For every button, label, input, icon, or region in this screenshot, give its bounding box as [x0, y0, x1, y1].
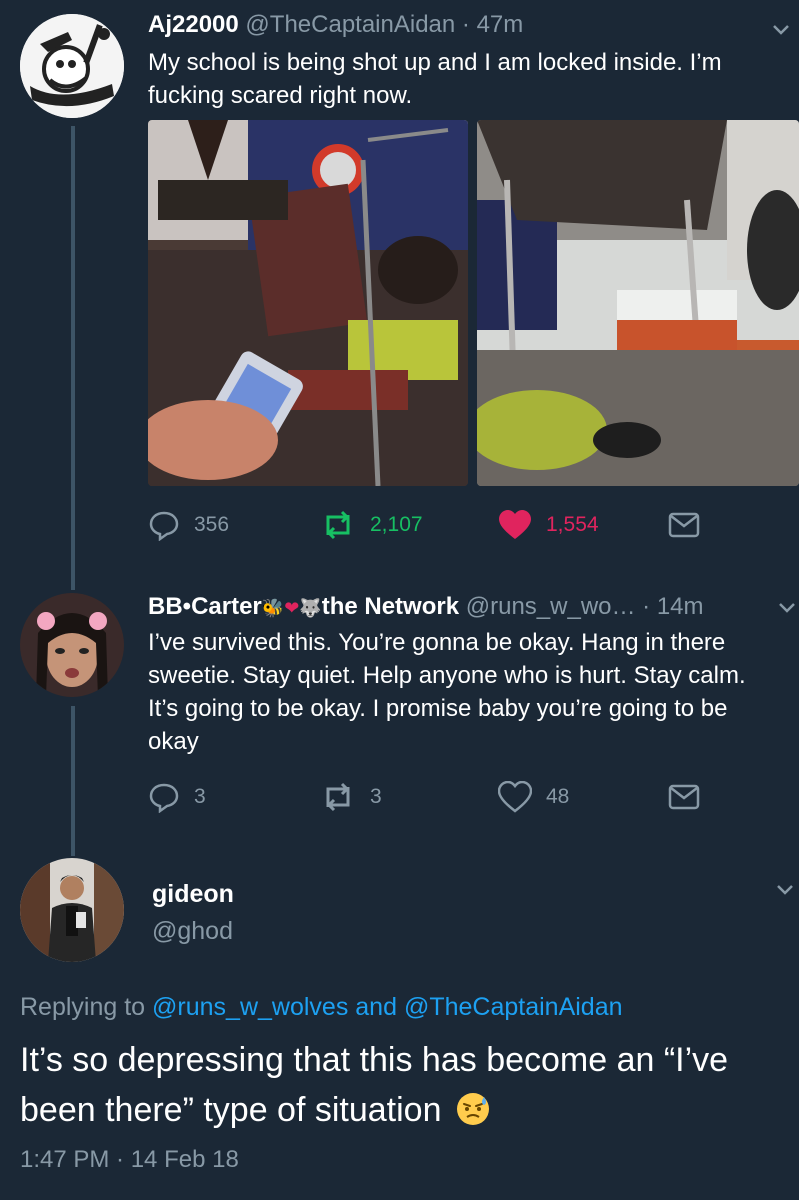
tweet1-reply-button[interactable]: 356	[148, 507, 229, 543]
heart-icon	[499, 510, 531, 539]
heart-icon	[498, 781, 532, 813]
tweet1-dm-button[interactable]	[668, 507, 700, 543]
tweet1-header: Aj22000 @TheCaptainAidan · 47m	[148, 10, 523, 40]
focused-handle[interactable]: @ghod	[152, 917, 233, 946]
thread-line-1	[71, 126, 75, 590]
chevron-down-icon[interactable]	[772, 24, 790, 36]
tweet2-actions: 3 3 48	[148, 779, 708, 815]
tweet2-header: BB•Carter🐝❤🐺the Network @runs_w_wo… · 14…	[148, 592, 704, 623]
focused-tweet-body: It’s so depressing that this has become …	[20, 1041, 729, 1129]
replying-to-label: Replying to	[20, 993, 146, 1021]
avatar-aj22000[interactable]	[20, 14, 124, 118]
tweet2-text: I’ve survived this. You’re gonna be okay…	[148, 629, 746, 755]
tweet2-like-button[interactable]: 48	[498, 779, 569, 815]
mention-thecaptainaidan[interactable]: @TheCaptainAidan	[404, 993, 623, 1021]
tweet2-dm-button[interactable]	[668, 779, 700, 815]
reply-icon	[149, 783, 179, 813]
wolf-emoji-icon: 🐺	[299, 598, 322, 618]
tweet1-media[interactable]	[148, 120, 799, 486]
classroom-photo-left[interactable]	[148, 120, 468, 486]
tweet1-like-button[interactable]: 1,554	[498, 507, 599, 543]
tweet1-actions: 356 2,107 1,554	[148, 507, 708, 543]
tweet1-like-count: 1,554	[546, 513, 599, 536]
chevron-down-icon[interactable]	[776, 884, 794, 896]
mention-runs-w-wolves[interactable]: @runs_w_wolves	[152, 993, 348, 1021]
avatar-gideon[interactable]	[20, 858, 124, 962]
tweet2-retweet-button[interactable]: 3	[320, 779, 382, 815]
tweet2-reply-button[interactable]: 3	[148, 779, 206, 815]
tweet2-reply-count: 3	[194, 785, 206, 808]
mirror-selfie-avatar-image	[20, 858, 124, 962]
reply-icon	[149, 511, 179, 541]
bee-emoji-icon: 🐝	[261, 598, 285, 618]
cartoon-avatar-image	[20, 14, 124, 118]
tweet1-reply-count: 356	[194, 513, 230, 536]
focused-tweet-text: It’s so depressing that this has become …	[20, 1035, 779, 1135]
tweet2-display-name-suffix[interactable]: the Network	[322, 593, 459, 620]
tweet1-text: My school is being shot up and I am lock…	[148, 49, 722, 109]
tweet2-retweet-count: 3	[370, 785, 382, 808]
grimacing-sweat-emoji	[456, 1093, 489, 1125]
classroom-photo-right[interactable]	[477, 120, 799, 486]
envelope-icon	[668, 784, 700, 810]
tweet2-like-count: 48	[546, 785, 570, 808]
retweet-icon	[326, 782, 350, 812]
tweet1-handle-time[interactable]: @TheCaptainAidan · 47m	[245, 11, 523, 38]
tweet2-display-name[interactable]: BB•Carter	[148, 593, 262, 620]
replying-and: and	[355, 993, 397, 1021]
tweet1-retweet-count: 2,107	[370, 513, 423, 536]
replying-to-line: Replying to @runs_w_wolves and @TheCapta…	[20, 993, 623, 1022]
avatar-bbcarter[interactable]	[20, 593, 124, 697]
tweet1-retweet-button[interactable]: 2,107	[320, 507, 423, 543]
selfie-avatar-image	[20, 593, 124, 697]
envelope-icon	[668, 512, 700, 538]
tweet1-display-name[interactable]: Aj22000	[148, 11, 239, 38]
tweet2-handle-time[interactable]: @runs_w_wo… · 14m	[466, 593, 704, 620]
chevron-down-icon[interactable]	[778, 602, 796, 614]
thread-line-2	[71, 706, 75, 856]
retweet-icon	[326, 510, 350, 540]
heart-emoji-icon: ❤	[284, 598, 300, 618]
focused-display-name[interactable]: gideon	[152, 880, 234, 909]
focused-timestamp[interactable]: 1:47 PM · 14 Feb 18	[20, 1146, 239, 1174]
